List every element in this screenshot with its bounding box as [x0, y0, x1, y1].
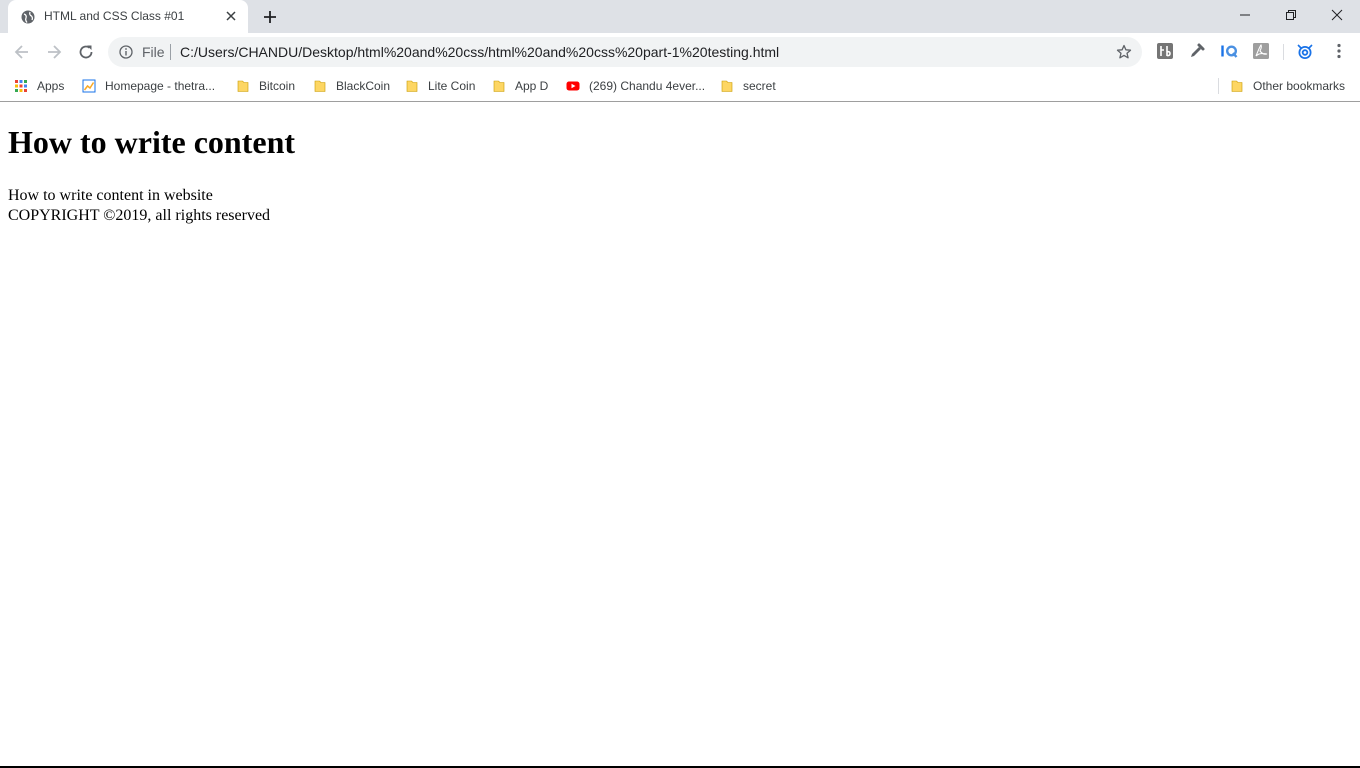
info-icon[interactable]	[119, 45, 133, 59]
page-heading: How to write content	[8, 124, 296, 160]
bookmark-blackcoin[interactable]: BlackCoin	[313, 76, 390, 96]
bookmark-label: Apps	[37, 79, 65, 93]
page-footer: COPYRIGHT ©2019, all rights reserved	[8, 207, 271, 224]
chart-favicon-icon	[82, 79, 96, 93]
close-window-button[interactable]	[1314, 0, 1360, 30]
browser-toolbar: File C:/Users/CHANDU/Desktop/html%20and%…	[0, 33, 1360, 71]
close-tab-icon[interactable]	[224, 9, 238, 23]
other-bookmarks[interactable]: Other bookmarks	[1230, 76, 1345, 96]
toolbox-icon[interactable]	[1156, 42, 1174, 60]
bookmark-youtube-channel[interactable]: (269) Chandu 4ever...	[566, 76, 705, 96]
reload-icon[interactable]	[76, 42, 96, 62]
eyedropper-icon[interactable]	[1188, 42, 1206, 60]
folder-icon	[721, 80, 733, 92]
bookmark-star-icon[interactable]	[1116, 44, 1132, 60]
cloud-extension-icon[interactable]	[1296, 42, 1314, 60]
bookmark-homepage[interactable]: Homepage - thetra...	[82, 76, 215, 96]
address-bar[interactable]: File C:/Users/CHANDU/Desktop/html%20and%…	[108, 37, 1142, 67]
bookmark-label: Bitcoin	[259, 79, 296, 93]
active-tab[interactable]: HTML and CSS Class #01	[8, 0, 248, 33]
folder-icon	[1231, 80, 1243, 92]
globe-icon	[21, 10, 35, 24]
bookmark-secret[interactable]: secret	[720, 76, 776, 96]
folder-icon	[406, 80, 418, 92]
tab-title: HTML and CSS Class #01	[44, 9, 185, 23]
url-text[interactable]: C:/Users/CHANDU/Desktop/html%20and%20css…	[180, 44, 779, 60]
new-tab-icon[interactable]	[260, 7, 280, 27]
folder-icon	[493, 80, 505, 92]
minimize-button[interactable]	[1222, 0, 1268, 30]
other-bookmarks-label: Other bookmarks	[1253, 79, 1346, 93]
youtube-icon	[566, 81, 580, 91]
page-paragraph: How to write content in website	[8, 187, 213, 204]
bookmark-lite-coin[interactable]: Lite Coin	[405, 76, 475, 96]
bookmark-label: secret	[743, 79, 776, 93]
omnibox-divider	[170, 44, 171, 60]
restore-button[interactable]	[1268, 0, 1314, 30]
bookmark-label: Homepage - thetra...	[105, 79, 216, 93]
bookmarks-divider	[1218, 78, 1219, 94]
restore-icon	[1286, 10, 1296, 20]
bookmark-app-d[interactable]: App D	[492, 76, 548, 96]
more-menu-icon[interactable]	[1330, 42, 1348, 60]
forward-arrow-icon[interactable]	[44, 42, 64, 62]
back-arrow-icon[interactable]	[12, 42, 32, 62]
close-window-icon	[1331, 9, 1343, 21]
folder-icon	[237, 80, 249, 92]
scheme-label: File	[142, 44, 165, 60]
bookmarks-bar: Apps Homepage - thetra... Bitcoin BlackC…	[0, 71, 1360, 102]
bookmark-label: BlackCoin	[336, 79, 391, 93]
page-content: How to write content How to write conten…	[0, 103, 1360, 766]
bookmark-apps[interactable]: Apps	[14, 76, 64, 96]
tab-strip: HTML and CSS Class #01	[0, 0, 1360, 33]
pdf-icon[interactable]	[1252, 42, 1270, 60]
bookmark-label: Lite Coin	[428, 79, 476, 93]
toolbar-divider	[1283, 44, 1284, 60]
bookmark-bitcoin[interactable]: Bitcoin	[236, 76, 295, 96]
bookmark-label: App D	[515, 79, 549, 93]
apps-grid-icon	[15, 80, 27, 92]
iq-icon[interactable]	[1220, 42, 1238, 60]
folder-icon	[314, 80, 326, 92]
minimize-icon	[1240, 14, 1250, 16]
bookmark-label: (269) Chandu 4ever...	[589, 79, 706, 93]
